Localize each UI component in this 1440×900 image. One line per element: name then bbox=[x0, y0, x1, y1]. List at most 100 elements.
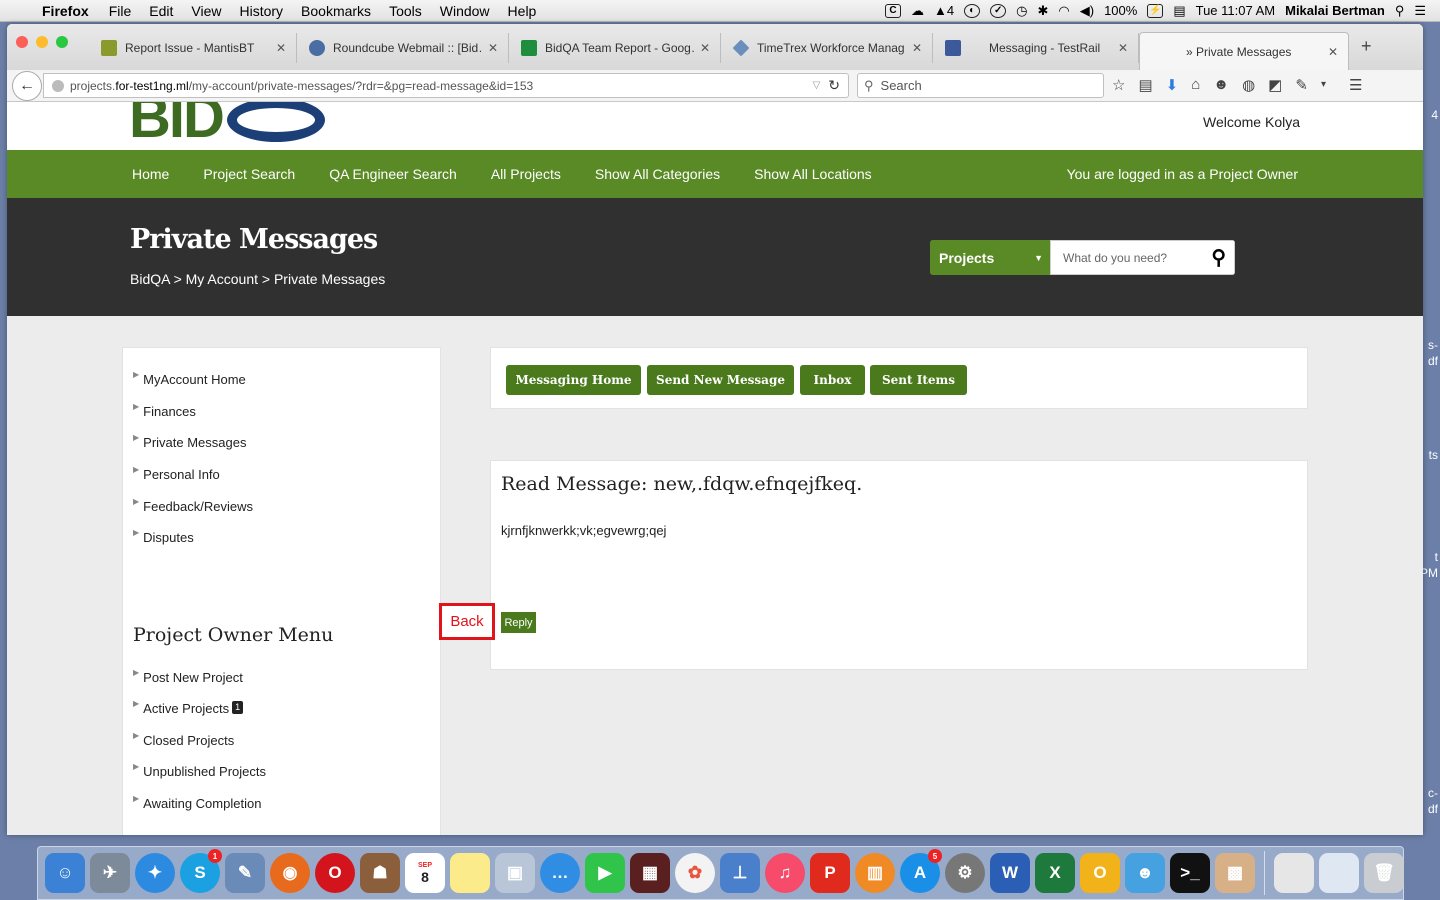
shield-status-icon[interactable]: ✓ bbox=[990, 3, 1007, 18]
nav-show-all-categories[interactable]: Show All Categories bbox=[595, 166, 720, 182]
contacts-icon[interactable]: ☗ bbox=[360, 853, 400, 893]
minimize-window-button[interactable] bbox=[36, 36, 48, 48]
photo-browser-icon[interactable]: ▣ bbox=[495, 853, 535, 893]
menubar-view[interactable]: View bbox=[191, 3, 221, 19]
nav-home[interactable]: Home bbox=[132, 166, 169, 182]
addon-bug-icon[interactable]: ✎ bbox=[1295, 76, 1308, 94]
presentation-app-icon[interactable]: P bbox=[810, 853, 850, 893]
facetime-icon[interactable]: ▶ bbox=[585, 853, 625, 893]
tab-google-sheets[interactable]: BidQA Team Report - Goog… ✕ bbox=[511, 33, 721, 63]
photo-booth-icon[interactable]: ▦ bbox=[630, 853, 670, 893]
menubar-user[interactable]: Mikalai Bertman bbox=[1285, 3, 1385, 18]
wifi-icon[interactable]: ◠ bbox=[1058, 3, 1069, 19]
sidebar-item-feedback-reviews[interactable]: ▶ Feedback/Reviews bbox=[133, 497, 253, 514]
tab-timetrex[interactable]: TimeTrex Workforce Manag… ✕ bbox=[723, 33, 933, 63]
sidebar-item-awaiting-completion[interactable]: ▶ Awaiting Completion bbox=[133, 794, 261, 811]
tab-close-icon[interactable]: ✕ bbox=[1328, 45, 1338, 59]
url-dropdown-icon[interactable]: ▽ bbox=[813, 80, 821, 91]
tab-close-icon[interactable]: ✕ bbox=[488, 41, 498, 55]
overflow-chevron-icon[interactable]: ▾ bbox=[1321, 79, 1326, 94]
browser-search-field[interactable]: ⚲ Search bbox=[857, 73, 1104, 98]
outlook-icon[interactable]: O bbox=[1080, 853, 1120, 893]
battery-icon[interactable]: ⚡ bbox=[1147, 3, 1164, 18]
hamburger-menu-icon[interactable]: ☰ bbox=[1349, 76, 1362, 94]
recent-document-icon[interactable] bbox=[1319, 853, 1359, 893]
tab-testrail[interactable]: Messaging - TestRail ✕ bbox=[935, 33, 1139, 63]
reload-icon[interactable]: ↻ bbox=[828, 77, 840, 94]
sidebar-item-active-projects[interactable]: ▶ Active Projects 1 bbox=[133, 699, 244, 716]
time-machine-icon[interactable]: ◷ bbox=[1016, 3, 1027, 19]
magnifier-icon[interactable]: ⚲ bbox=[1211, 245, 1226, 270]
bookmark-star-icon[interactable]: ☆ bbox=[1112, 76, 1125, 94]
inbox-button[interactable]: Inbox bbox=[800, 365, 865, 395]
launchpad-icon[interactable]: ✈ bbox=[90, 853, 130, 893]
sync-status-icon[interactable]: ◐ bbox=[964, 3, 981, 18]
site-search-input[interactable]: What do you need? ⚲ bbox=[1050, 240, 1235, 275]
tab-close-icon[interactable]: ✕ bbox=[912, 41, 922, 55]
system-preferences-icon[interactable]: ⚙ bbox=[945, 853, 985, 893]
opera-icon[interactable]: O bbox=[315, 853, 355, 893]
terminal-icon[interactable]: >_ bbox=[1170, 853, 1210, 893]
search-category-select[interactable]: Projects ▼ bbox=[930, 240, 1050, 275]
sidebar-item-myaccount-home[interactable]: ▶ MyAccount Home bbox=[133, 370, 246, 387]
reading-list-icon[interactable]: ▤ bbox=[1138, 76, 1152, 94]
downloads-icon[interactable]: ⬇ bbox=[1166, 76, 1179, 94]
trash-icon[interactable]: 🗑 bbox=[1364, 853, 1404, 893]
menubar-tools[interactable]: Tools bbox=[389, 3, 422, 19]
lync-icon[interactable]: ☻ bbox=[1125, 853, 1165, 893]
sidebar-item-post-new-project[interactable]: ▶ Post New Project bbox=[133, 668, 243, 685]
notes-icon[interactable] bbox=[450, 853, 490, 893]
adobe-status-icon[interactable]: ▲4 bbox=[934, 3, 954, 18]
menubar-help[interactable]: Help bbox=[508, 3, 537, 19]
spotlight-icon[interactable]: ⚲ bbox=[1395, 3, 1405, 19]
itunes-icon[interactable]: ♫ bbox=[765, 853, 805, 893]
nav-qa-engineer-search[interactable]: QA Engineer Search bbox=[329, 166, 457, 182]
chat-icon[interactable]: ☻ bbox=[1213, 76, 1229, 94]
tab-mantis[interactable]: Report Issue - MantisBT ✕ bbox=[91, 33, 297, 63]
bluetooth-icon[interactable]: ✱ bbox=[1037, 3, 1048, 19]
nav-show-all-locations[interactable]: Show All Locations bbox=[754, 166, 872, 182]
excel-icon[interactable]: X bbox=[1035, 853, 1075, 893]
preview-icon[interactable]: ✎ bbox=[225, 853, 265, 893]
menubar-bookmarks[interactable]: Bookmarks bbox=[301, 3, 371, 19]
tab-close-icon[interactable]: ✕ bbox=[1118, 41, 1128, 55]
menubar-file[interactable]: File bbox=[109, 3, 132, 19]
skype-icon[interactable]: S1 bbox=[180, 849, 222, 893]
ibooks-icon[interactable]: ▥ bbox=[855, 853, 895, 893]
word-icon[interactable]: W bbox=[990, 853, 1030, 893]
addon-globe-icon[interactable]: ◍ bbox=[1242, 76, 1255, 94]
bidqa-logo[interactable]: BID bbox=[129, 102, 325, 151]
addon-screenshot-icon[interactable]: ◩ bbox=[1268, 76, 1282, 94]
send-new-message-button[interactable]: Send New Message bbox=[647, 365, 794, 395]
recent-document-icon[interactable] bbox=[1274, 853, 1314, 893]
messaging-home-button[interactable]: Messaging Home bbox=[506, 365, 641, 395]
finder-icon[interactable]: ☺ bbox=[45, 853, 85, 893]
close-window-button[interactable] bbox=[16, 36, 28, 48]
c-status-icon[interactable]: C bbox=[885, 3, 902, 18]
new-tab-plus-icon[interactable]: + bbox=[1361, 36, 1372, 57]
sidebar-item-personal-info[interactable]: ▶ Personal Info bbox=[133, 465, 220, 482]
tab-close-icon[interactable]: ✕ bbox=[700, 41, 710, 55]
volume-icon[interactable]: ◀) bbox=[1080, 3, 1094, 19]
back-arrow-icon[interactable]: ← bbox=[12, 71, 42, 101]
tab-private-messages[interactable]: » Private Messages ✕ bbox=[1139, 32, 1349, 70]
sent-items-button[interactable]: Sent Items bbox=[870, 365, 967, 395]
notification-center-icon[interactable]: ☰ bbox=[1414, 3, 1426, 19]
menubar-clock[interactable]: Tue 11:07 AM bbox=[1196, 3, 1276, 18]
menubar-history[interactable]: History bbox=[239, 3, 283, 19]
tab-roundcube[interactable]: Roundcube Webmail :: [Bid… ✕ bbox=[299, 33, 509, 63]
safari-icon[interactable]: ✦ bbox=[135, 853, 175, 893]
calendar-icon[interactable]: SEP 8 bbox=[405, 853, 445, 893]
menubar-edit[interactable]: Edit bbox=[149, 3, 173, 19]
url-bar[interactable]: projects. for-test1ng.ml/my-account/priva… bbox=[43, 73, 849, 98]
zoom-window-button[interactable] bbox=[56, 36, 68, 48]
flag-input-icon[interactable]: ▤ bbox=[1173, 3, 1185, 19]
photos-icon[interactable]: ✿ bbox=[675, 853, 715, 893]
nav-all-projects[interactable]: All Projects bbox=[491, 166, 561, 182]
sidebar-item-disputes[interactable]: ▶ Disputes bbox=[133, 528, 194, 545]
app-store-icon[interactable]: A5 bbox=[900, 849, 942, 893]
messages-icon[interactable]: … bbox=[540, 853, 580, 893]
menubar-window[interactable]: Window bbox=[440, 3, 490, 19]
tab-close-icon[interactable]: ✕ bbox=[276, 41, 286, 55]
home-icon[interactable]: ⌂ bbox=[1191, 76, 1200, 94]
